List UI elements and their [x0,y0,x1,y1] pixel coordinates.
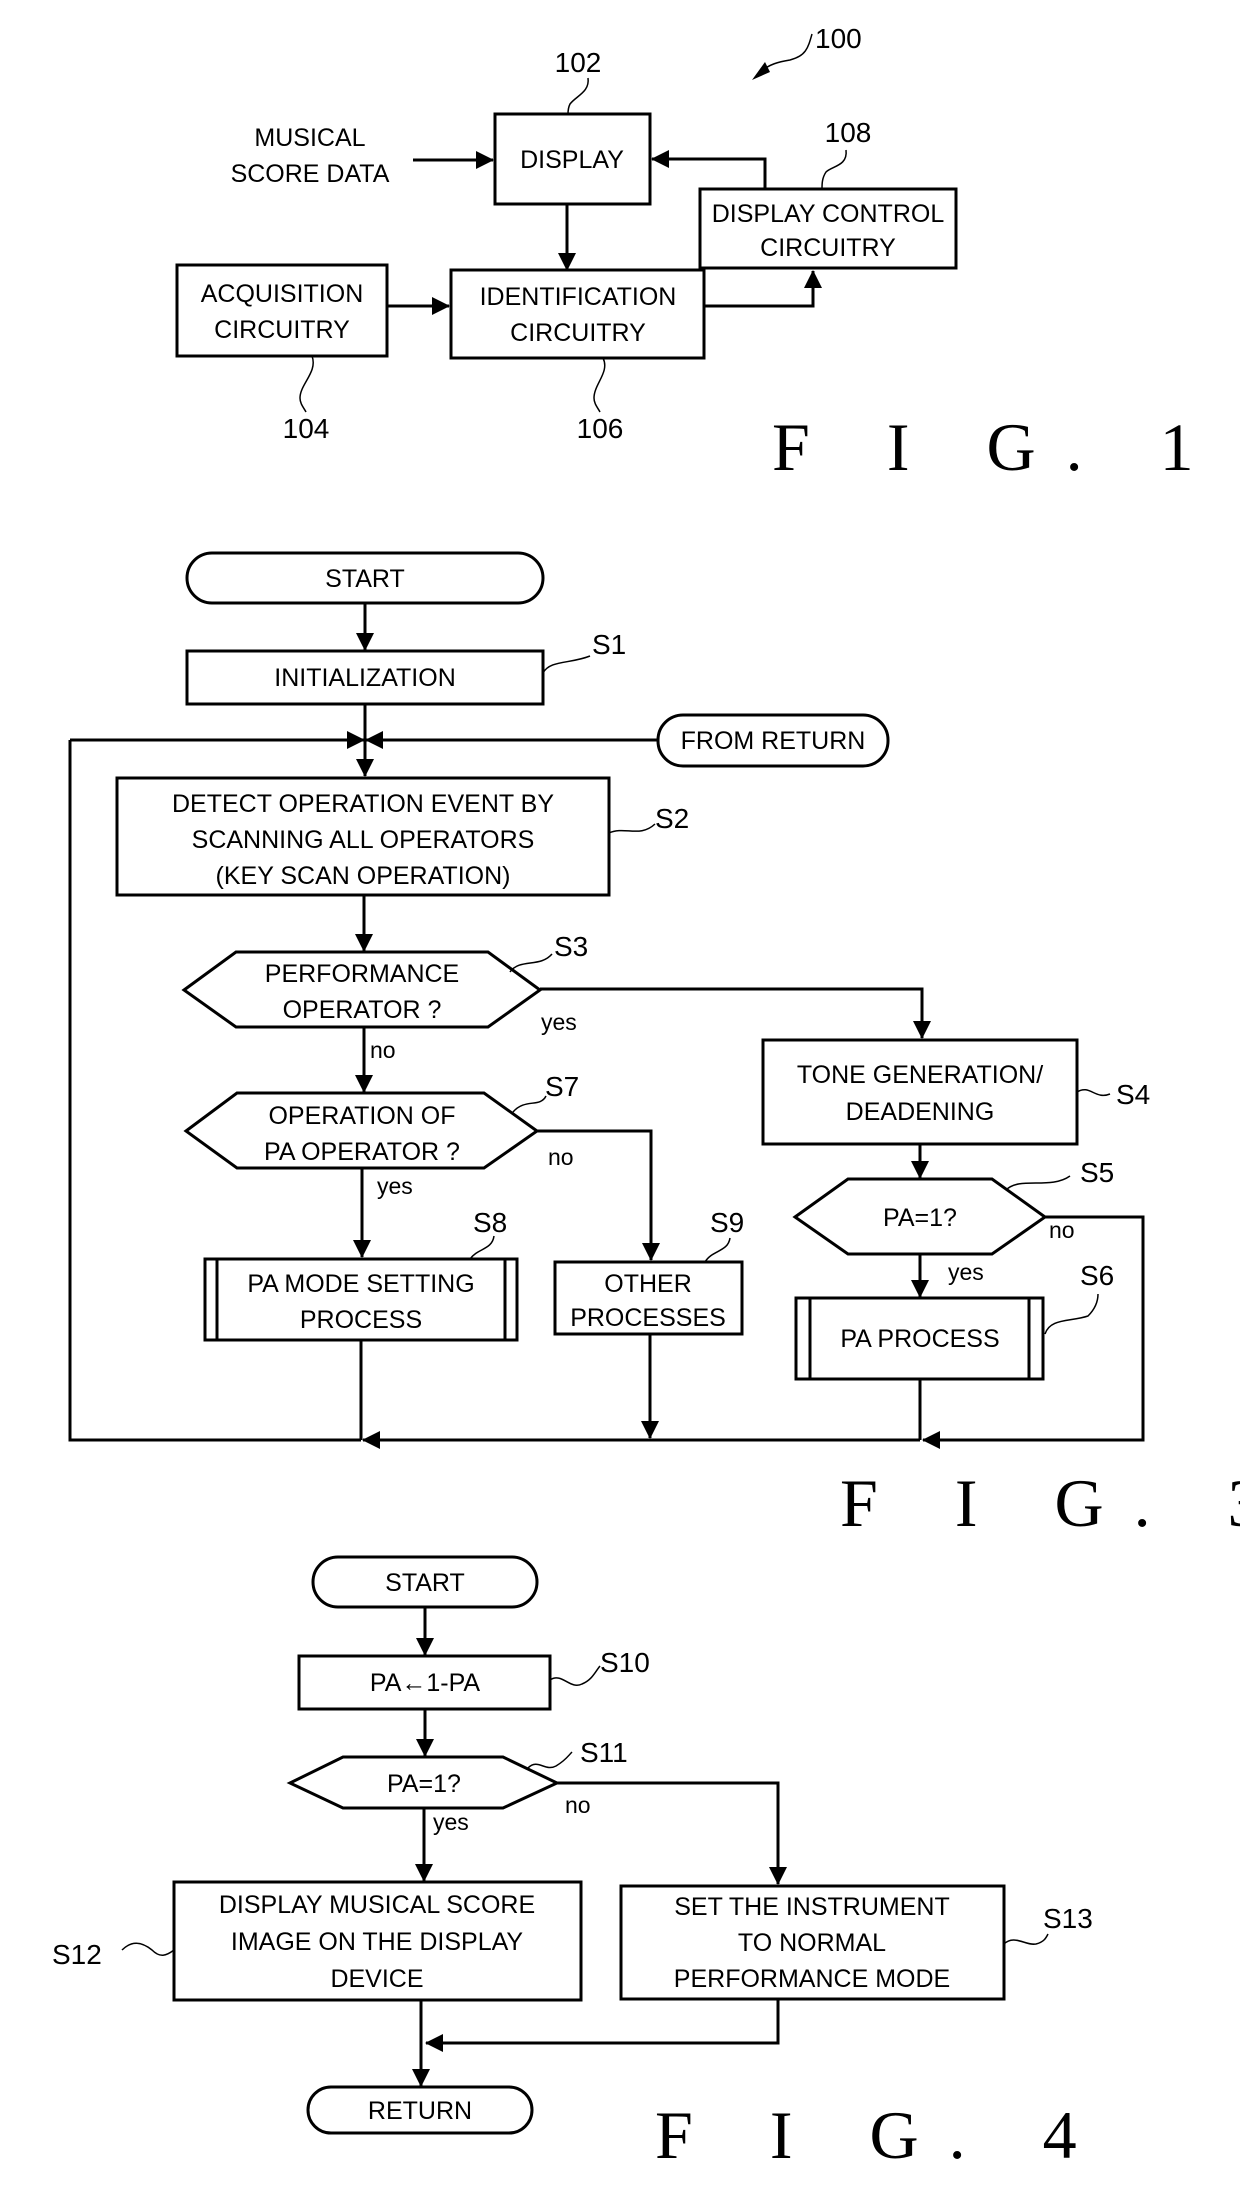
fig3-step-s9-label-line2: PROCESSES [570,1304,726,1332]
fig4-s11-yes-label: yes [433,1809,469,1835]
fig4-s10-ref: S10 [600,1647,650,1678]
figure-3-caption: F I G. 3 [840,1465,1240,1541]
figure-1: 100 MUSICAL SCORE DATA DISPLAY 102 DISPL… [175,23,1224,485]
fig3-step-s6-label: PA PROCESS [840,1325,999,1353]
fig3-s7-no-label: no [548,1144,574,1170]
fig3-s6-ref: S6 [1080,1260,1114,1291]
fig3-step-s8-label-line1: PA MODE SETTING [247,1270,474,1298]
fig3-s4-leader [1076,1089,1111,1097]
block-display-control-label-line1: DISPLAY CONTROL [712,200,945,228]
fig4-start-label: START [385,1569,465,1597]
fig3-step-s2-label-line3: (KEY SCAN OPERATION) [216,862,511,890]
fig3-s5-ref: S5 [1080,1157,1114,1188]
arrow-identification-to-control [704,270,822,308]
fig3-s3-yes-label: yes [541,1009,577,1035]
block-acquisition-label-line2: CIRCUITRY [214,316,350,344]
block-identification-label-line1: IDENTIFICATION [480,283,677,311]
fig3-s1-leader [542,655,591,674]
fig3-from-return-label: FROM RETURN [681,727,866,755]
fig3-s5-leader [1005,1175,1071,1191]
block-display-control-label-line2: CIRCUITRY [760,234,896,262]
fig3-s1-ref: S1 [592,629,626,660]
fig4-step-s10-label: PA←1-PA [370,1669,481,1697]
figure-4-caption: F I G. 4 [655,2097,1107,2173]
arrow-s13-to-merge [425,1999,780,2052]
fig3-s3-ref: S3 [554,931,588,962]
block-display-label: DISPLAY [520,146,624,174]
fig3-s2-ref: S2 [655,803,689,834]
fig3-s2-leader [608,823,656,834]
fig4-step-s13-label-line2: TO NORMAL [738,1929,886,1957]
fig4-s12-leader [121,1942,175,1956]
block-acquisition-label-line1: ACQUISITION [201,280,364,308]
fig3-s7-leader [512,1095,547,1113]
fig4-step-s12-label-line3: DEVICE [330,1965,423,1993]
block-identification-label-line2: CIRCUITRY [510,319,646,347]
fig4-return-label: RETURN [368,2097,472,2125]
fig4-s11-no-label: no [565,1792,591,1818]
fig4-s13-leader [1003,1933,1049,1945]
fig4-s10-leader [549,1665,601,1686]
fig4-s13-ref: S13 [1043,1903,1093,1934]
fig3-step-s2-label-line2: SCANNING ALL OPERATORS [192,826,535,854]
fig4-step-s13-label-line1: SET THE INSTRUMENT [674,1893,950,1921]
fig3-s7-ref: S7 [545,1071,579,1102]
fig3-start-label: START [325,565,405,593]
fig4-s11-leader [527,1751,573,1769]
ref-100: 100 [815,23,862,54]
ref-100-arrowhead [752,62,770,80]
patent-drawing-sheet: 100 MUSICAL SCORE DATA DISPLAY 102 DISPL… [52,23,1240,2173]
fig3-s5-no-label: no [1049,1217,1075,1243]
fig4-s12-ref: S12 [52,1939,102,1970]
fig3-decision-s7-label-line1: OPERATION OF [268,1102,455,1130]
ref-102-leader [567,77,589,115]
fig3-step-s4-label-line1: TONE GENERATION/ [797,1061,1043,1089]
ref-102: 102 [555,47,602,78]
fig4-step-s12-label-line2: IMAGE ON THE DISPLAY [231,1928,524,1956]
ref-108: 108 [825,117,872,148]
ref-104: 104 [283,413,330,444]
fig3-decision-s3-label-line1: PERFORMANCE [265,960,459,988]
fig3-s9-ref: S9 [710,1207,744,1238]
fig3-step-s9-label-line1: OTHER [604,1270,692,1298]
fig4-step-s12-label-line1: DISPLAY MUSICAL SCORE [219,1891,535,1919]
arrow-s3-yes-to-s4 [540,987,931,1039]
input-label-line1: MUSICAL [254,124,365,152]
fig3-s9-leader [704,1237,731,1263]
fig4-s11-ref: S11 [580,1737,628,1768]
fig3-step-s4-label-line2: DEADENING [846,1098,995,1126]
ref-104-leader [299,355,314,413]
fig3-step-s4 [761,1038,1079,1146]
fig3-s8-leader [469,1235,495,1260]
fig3-decision-s5-label: PA=1? [883,1204,957,1232]
fig3-s6-leader [1044,1293,1099,1335]
input-label-line2: SCORE DATA [231,160,390,188]
ref-106: 106 [577,413,624,444]
fig3-s7-yes-label: yes [377,1173,413,1199]
figure-3: START INITIALIZATION S1 FROM RETURN DETE… [68,551,1240,1541]
fig3-decision-s7-label-line2: PA OPERATOR ? [264,1138,460,1166]
fig3-s3-leader [509,953,553,973]
fig4-step-s13-label-line3: PERFORMANCE MODE [674,1965,950,1993]
fig3-s8-ref: S8 [473,1207,507,1238]
fig3-s3-no-label: no [370,1037,396,1063]
arrow-control-to-display [651,150,767,189]
ref-108-leader [821,149,847,190]
fig3-s5-yes-label: yes [948,1259,984,1285]
fig3-step-s8-label-line2: PROCESS [300,1306,422,1334]
figure-4: START PA←1-PA S10 PA=1? S11 no yes DISPL… [52,1555,1107,2173]
ref-100-leader [759,33,813,73]
fig3-step-s2-label-line1: DETECT OPERATION EVENT BY [172,790,554,818]
fig3-s4-ref: S4 [1116,1079,1150,1110]
ref-106-leader [593,357,606,413]
figure-1-caption: F I G. 1 [772,409,1224,485]
fig3-step-s1-label: INITIALIZATION [274,664,456,692]
fig3-decision-s3-label-line2: OPERATOR ? [283,996,442,1024]
fig4-decision-s11-label: PA=1? [387,1770,461,1798]
